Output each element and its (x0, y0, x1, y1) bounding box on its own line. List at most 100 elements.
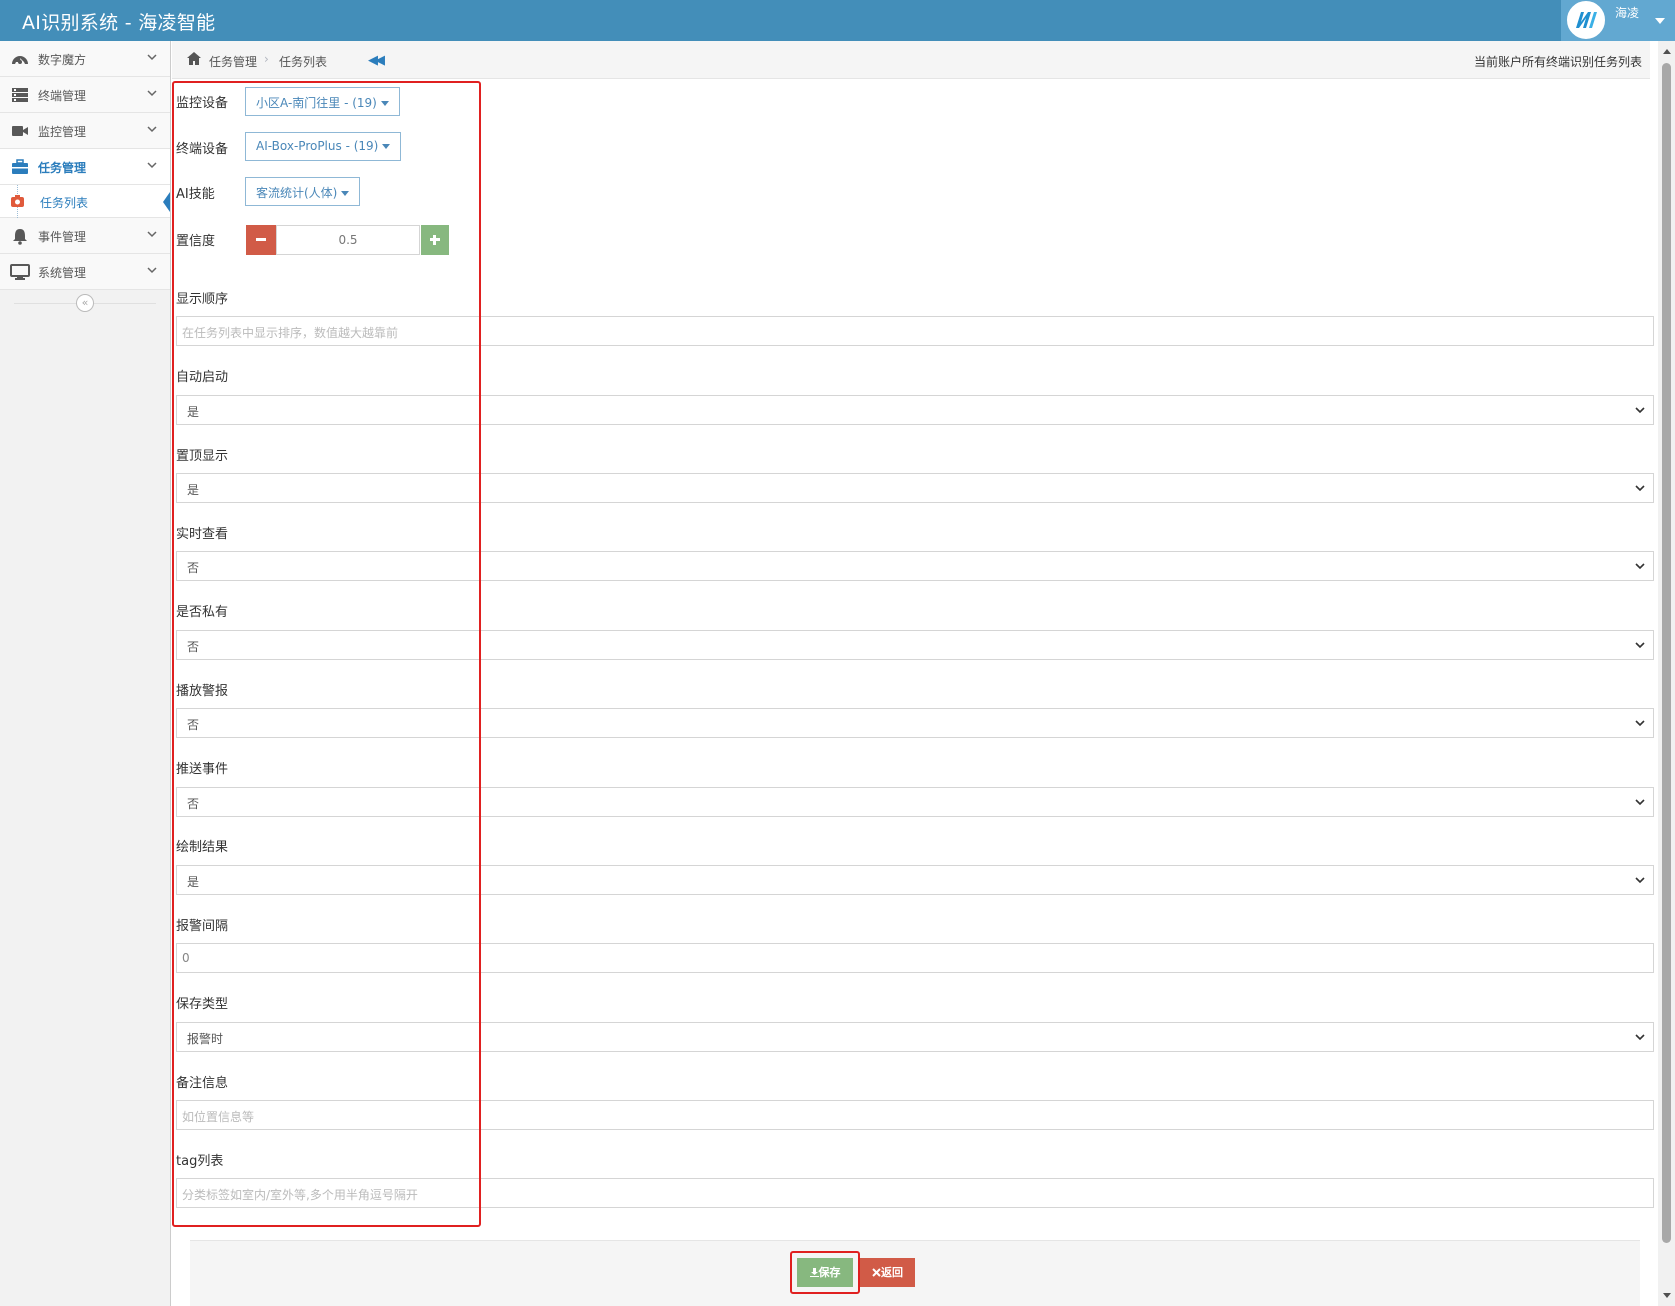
breadcrumb-item-task-management[interactable]: 任务管理 (209, 53, 257, 70)
monitor-device-label: 监控设备 (176, 96, 229, 111)
desktop-icon (10, 264, 30, 280)
chevron-down-icon (147, 126, 157, 133)
terminal-device-value: AI-Box-ProPlus - (19) (256, 139, 379, 153)
page-description: 当前账户所有终端识别任务列表 (1473, 55, 1642, 69)
chevron-down-icon (1635, 1034, 1645, 1041)
sidebar-item-monitor[interactable]: 监控管理 (0, 113, 170, 149)
briefcase-icon (12, 159, 28, 174)
sidebar-item-system[interactable]: 系统管理 (0, 254, 170, 290)
confidence-label: 置信度 (176, 234, 216, 249)
alarm-interval-input[interactable]: 0 (176, 943, 1654, 973)
chevron-down-icon (1635, 563, 1645, 570)
auto-start-value: 是 (187, 405, 200, 419)
push-event-label: 推送事件 (176, 762, 229, 777)
back-double-arrow-icon[interactable]: ◀◀ (368, 53, 385, 68)
sidebar: 数字魔方 终端管理 监控管理 任务管理 任务列表 事件管理 系统管理 « (0, 41, 171, 1306)
chevron-down-icon (147, 90, 157, 97)
home-icon[interactable] (186, 51, 202, 66)
remark-input[interactable]: 如位置信息等 (176, 1100, 1654, 1130)
back-button[interactable]: 返回 (860, 1258, 915, 1287)
realtime-view-label: 实时查看 (176, 527, 229, 542)
save-type-value: 报警时 (187, 1032, 224, 1046)
caret-down-icon (1655, 18, 1665, 24)
pin-top-select[interactable]: 是 (176, 473, 1654, 503)
ai-skill-value: 客流统计(人体) (256, 186, 338, 200)
sidebar-item-task[interactable]: 任务管理 (0, 149, 170, 185)
collapse-sidebar-icon[interactable]: « (76, 294, 94, 312)
user-avatar-logo (1567, 1, 1605, 39)
breadcrumb-item-task-list: 任务列表 (279, 55, 328, 69)
chevron-down-icon (1635, 720, 1645, 727)
caret-down-icon (382, 144, 391, 149)
play-alarm-label: 播放警报 (176, 684, 229, 699)
monitor-device-dropdown[interactable]: 小区A-南门往里 - (19) (245, 87, 400, 116)
display-order-label: 显示顺序 (176, 292, 229, 307)
auto-start-select[interactable]: 是 (176, 395, 1654, 425)
is-private-value: 否 (187, 640, 200, 654)
dashboard-icon (12, 56, 28, 64)
monitor-device-value: 小区A-南门往里 - (19) (256, 96, 377, 110)
back-button-label: 返回 (881, 1266, 903, 1279)
confidence-input[interactable]: 0.5 (276, 225, 420, 255)
camera-icon (11, 195, 24, 207)
tags-label: tag列表 (176, 1154, 224, 1169)
scroll-up-arrow-icon[interactable] (1663, 49, 1671, 54)
display-order-input[interactable]: 在任务列表中显示排序，数值越大越靠前 (176, 316, 1654, 346)
chevron-down-icon (147, 231, 157, 238)
push-event-value: 否 (187, 797, 200, 811)
chevron-down-icon (147, 54, 157, 61)
form-actions (190, 1240, 1640, 1306)
play-alarm-select[interactable]: 否 (176, 708, 1654, 738)
breadcrumb: 任务管理 › 任务列表 ◀◀ 当前账户所有终端识别任务列表 (172, 41, 1650, 79)
draw-result-label: 绘制结果 (176, 840, 229, 855)
push-event-select[interactable]: 否 (176, 787, 1654, 817)
close-icon (872, 1268, 881, 1277)
save-type-select[interactable]: 报警时 (176, 1022, 1654, 1052)
download-icon (809, 1268, 819, 1277)
terminal-device-label: 终端设备 (176, 142, 229, 157)
breadcrumb-separator: › (264, 52, 269, 66)
confidence-decrement-button[interactable] (246, 225, 276, 255)
sidebar-item-terminal[interactable]: 终端管理 (0, 77, 170, 113)
sidebar-collapse-bar: « (0, 290, 170, 316)
sidebar-subitem-task-list[interactable]: 任务列表 (0, 185, 170, 218)
bell-icon (13, 229, 27, 245)
pin-top-value: 是 (187, 483, 200, 497)
scroll-down-arrow-icon[interactable] (1663, 1293, 1671, 1298)
chevron-down-icon (1635, 485, 1645, 492)
chevron-down-icon (1635, 799, 1645, 806)
sidebar-item-dashboard[interactable]: 数字魔方 (0, 41, 170, 77)
confidence-increment-button[interactable] (421, 225, 449, 255)
chevron-down-icon (1635, 407, 1645, 414)
draw-result-select[interactable]: 是 (176, 865, 1654, 895)
realtime-view-value: 否 (187, 561, 200, 575)
video-camera-icon (12, 126, 28, 136)
ai-skill-label: AI技能 (176, 187, 215, 202)
server-icon (12, 88, 28, 102)
is-private-select[interactable]: 否 (176, 630, 1654, 660)
terminal-device-dropdown[interactable]: AI-Box-ProPlus - (19) (245, 132, 402, 161)
app-title: AI识别系统 - 海凌智能 (22, 12, 216, 34)
page-scrollbar[interactable] (1658, 41, 1675, 1306)
save-button[interactable]: 保存 (797, 1258, 853, 1287)
alarm-interval-label: 报警间隔 (176, 919, 229, 934)
draw-result-value: 是 (187, 875, 200, 889)
user-name: 海凌 (1615, 6, 1640, 20)
tags-input[interactable]: 分类标签如室内/室外等,多个用半角逗号隔开 (176, 1178, 1654, 1208)
chevron-down-icon (147, 267, 157, 274)
ai-skill-dropdown[interactable]: 客流统计(人体) (245, 177, 361, 206)
play-alarm-value: 否 (187, 718, 200, 732)
pin-top-label: 置顶显示 (176, 449, 229, 464)
sidebar-item-event[interactable]: 事件管理 (0, 218, 170, 254)
save-button-label: 保存 (818, 1266, 841, 1279)
realtime-view-select[interactable]: 否 (176, 551, 1654, 581)
scroll-thumb[interactable] (1662, 63, 1671, 1243)
active-indicator (163, 192, 170, 212)
chevron-down-icon (1635, 877, 1645, 884)
chevron-down-icon (1635, 642, 1645, 649)
user-menu[interactable]: 海凌 (1561, 0, 1675, 41)
is-private-label: 是否私有 (176, 605, 229, 620)
caret-down-icon (341, 191, 350, 196)
remark-label: 备注信息 (176, 1076, 229, 1091)
caret-down-icon (380, 101, 389, 106)
